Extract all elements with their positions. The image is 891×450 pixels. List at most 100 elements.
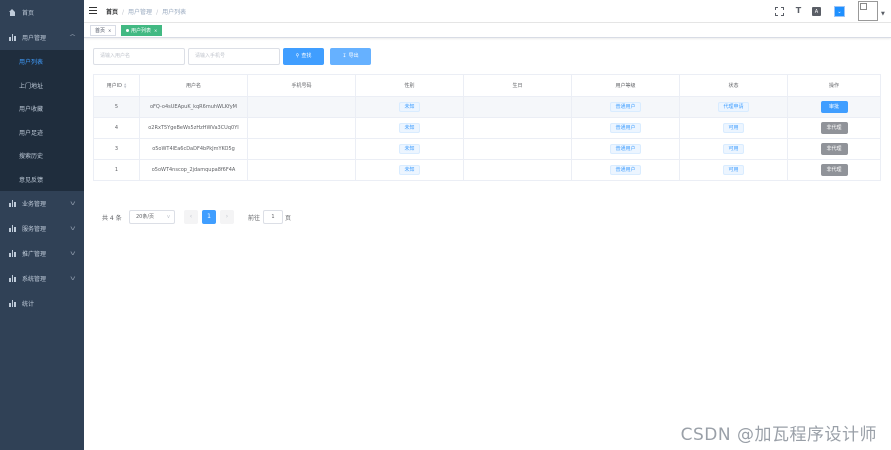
status-tag: 可用 [723,165,744,175]
cell-id: 5 [93,97,140,117]
bar-chart-icon [9,34,16,41]
tag-home[interactable]: 首页 × [90,25,117,36]
caret-down-icon[interactable]: ▼ [881,11,885,17]
table-row[interactable]: 5 oFQ-o4sUEApuK_kqR6muhWLKfyM 未知 普通用户 代理申请 审批 [93,97,881,118]
breadcrumb-separator: / [122,9,125,16]
cell-gender: 未知 [356,139,464,159]
search-button-label: 查找 [301,53,312,59]
sidebar-item-business[interactable]: 业务管理 v [0,191,84,216]
column-header-id[interactable]: 用户ID ▲ ▼ [93,75,140,96]
cell-gender: 未知 [356,160,464,180]
cell-id: 1 [93,160,140,180]
search-button[interactable]: ⚲ 查找 [283,48,324,65]
active-dot-icon [126,29,129,32]
goto-page-input[interactable]: 1 [263,210,283,224]
cell-level: 普通用户 [572,160,680,180]
sidebar-item-system[interactable]: 系统管理 v [0,266,84,291]
sidebar-item-user-management[interactable]: 用户管理 ^ [0,25,84,50]
breadcrumb-home[interactable]: 首页 [106,9,118,16]
export-button[interactable]: ↧ 导出 [330,48,371,65]
cell-id: 3 [93,139,140,159]
home-icon [9,9,16,16]
cell-birthday [464,160,572,180]
sidebar-item-label: 首页 [22,10,35,17]
username-input[interactable]: 请输入用户名 [93,48,185,65]
language-icon[interactable]: A [812,7,821,16]
sidebar-item-home[interactable]: 首页 [0,0,84,25]
column-header-status: 状态 [680,75,788,96]
column-header-actions: 操作 [788,75,881,96]
cell-level: 普通用户 [572,139,680,159]
goto-label: 前往 [248,215,261,222]
hamburger-icon[interactable] [89,7,97,15]
gender-tag: 未知 [399,165,420,175]
sidebar-item-footprint[interactable]: 用户足迹 [0,121,84,145]
sidebar-item-search-history[interactable]: 搜索历史 [0,144,84,168]
next-page-button[interactable]: › [220,210,234,224]
pagination-total: 共 4 条 [102,215,122,222]
sidebar-item-user-list[interactable]: 用户列表 [0,50,84,74]
cell-phone [248,97,356,117]
search-icon: ⚲ [295,53,300,59]
table-row[interactable]: 1 o5oWT4nscop_2jdamqupa8f6F4A 未知 普通用户 可用 非代理 [93,160,881,181]
chevron-down-icon: v [70,275,76,282]
column-header-username: 用户名 [140,75,248,96]
close-icon[interactable]: × [108,28,111,33]
status-tag: 代理申请 [718,102,749,112]
tag-label: 用户列表 [131,28,152,34]
non-agent-button[interactable]: 非代理 [820,164,848,176]
gender-tag: 未知 [399,144,420,154]
phone-input[interactable]: 请输入手机号 [188,48,280,65]
cell-action: 非代理 [788,160,881,180]
bar-chart-icon [9,300,16,307]
export-button-label: 导出 [348,53,359,59]
non-agent-button[interactable]: 非代理 [820,122,848,134]
table-header: 用户ID ▲ ▼ 用户名 手机号码 性别 生日 用户等级 状态 操作 [93,75,881,97]
level-tag: 普通用户 [610,144,641,154]
notification-icon[interactable]: ⌄ [834,6,845,17]
tag-label: 首页 [95,28,106,34]
sidebar-item-label: 服务管理 [22,226,47,233]
sidebar-item-favorites[interactable]: 用户收藏 [0,97,84,121]
bar-chart-icon [9,200,16,207]
sort-icon[interactable]: ▲ ▼ [124,82,126,89]
close-icon[interactable]: × [154,28,157,33]
fullscreen-icon[interactable] [775,7,784,16]
download-icon: ↧ [342,53,347,59]
sidebar-item-label: 搜索历史 [19,153,44,161]
sidebar-item-statistics[interactable]: 统计 [0,291,84,316]
page-number-current[interactable]: 1 [202,210,216,224]
chevron-up-icon: ^ [68,34,77,41]
sidebar-item-label: 用户列表 [19,59,44,67]
cell-action: 审批 [788,97,881,117]
table-row[interactable]: 3 o5oWT4lEa6cDaDF4bPkJmYKO5g 未知 普通用户 可用 非代理 [93,139,881,160]
watermark: CSDN @加瓦程序设计师 [680,425,877,445]
table-row[interactable]: 4 o2RxT5YgeBeWs5zHzHWVa3CUq0YI 未知 普通用户 可用 非代理 [93,118,881,139]
chevron-down-icon: v [70,250,76,257]
user-table: 用户ID ▲ ▼ 用户名 手机号码 性别 生日 用户等级 状态 操作 5 oFQ-o4… [93,74,881,181]
bar-chart-icon [9,275,16,282]
sidebar-item-label: 业务管理 [22,201,47,208]
column-header-gender: 性别 [356,75,464,96]
sidebar-item-promotion[interactable]: 推广管理 v [0,241,84,266]
non-agent-button[interactable]: 非代理 [820,143,848,155]
sidebar-item-label: 用户收藏 [19,106,44,114]
font-size-icon[interactable]: T [794,6,803,15]
navbar: 首页 / 用户管理 / 用户列表 T A ⌄ ▼ [84,0,891,23]
sidebar-item-service[interactable]: 服务管理 v [0,216,84,241]
sidebar-item-address[interactable]: 上门地址 [0,74,84,98]
approve-button[interactable]: 审批 [820,101,848,113]
cell-birthday [464,118,572,138]
gender-tag: 未知 [399,102,420,112]
breadcrumb-separator: / [156,9,159,16]
sidebar-item-label: 用户管理 [22,35,47,42]
prev-page-button[interactable]: ‹ [184,210,198,224]
cell-username: o2RxT5YgeBeWs5zHzHWVa3CUq0YI [140,118,248,138]
cell-birthday [464,139,572,159]
sidebar-item-feedback[interactable]: 意见反馈 [0,168,84,192]
avatar[interactable] [858,1,878,21]
page-size-select[interactable]: 20条/页 v [129,210,175,224]
tag-user-list[interactable]: 用户列表 × [121,25,163,36]
cell-username: o5oWT4lEa6cDaDF4bPkJmYKO5g [140,139,248,159]
sidebar-item-label: 推广管理 [22,251,47,258]
